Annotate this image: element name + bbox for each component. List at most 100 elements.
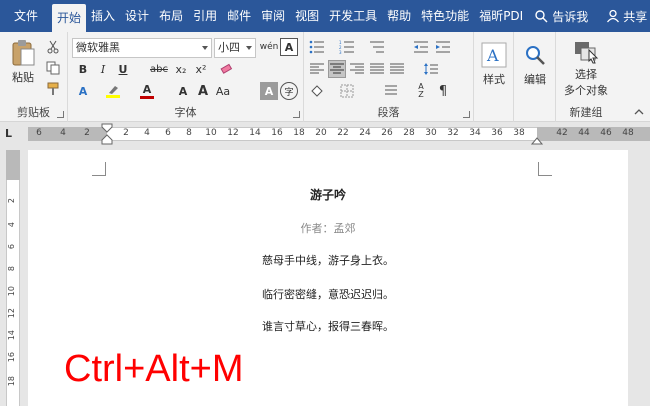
change-case-button[interactable]: Aa bbox=[214, 82, 232, 100]
phonetic-guide-button[interactable]: wén bbox=[260, 38, 279, 56]
shrink-font-button[interactable]: A bbox=[174, 82, 192, 100]
distributed-button[interactable] bbox=[388, 60, 406, 78]
font-name-combo[interactable]: 微软雅黑 bbox=[72, 38, 212, 58]
char-border-button[interactable]: A bbox=[280, 38, 298, 56]
font-name-value: 微软雅黑 bbox=[76, 41, 120, 54]
shortcut-overlay: Ctrl+Alt+M bbox=[64, 348, 244, 390]
document-page[interactable]: 游子吟 作者：孟郊 慈母手中线，游子身上衣。 临行密密缝，意恐迟迟归。 谁言寸草… bbox=[28, 150, 628, 406]
clipboard-icon bbox=[12, 40, 35, 66]
char-shading-button[interactable]: A bbox=[260, 82, 278, 100]
group-styles: A 样式 bbox=[474, 32, 514, 122]
vruler-number: 12 bbox=[7, 308, 16, 319]
poem-line[interactable]: 慈母手中线，游子身上衣。 bbox=[28, 252, 628, 268]
select-multiple-button[interactable]: 选择 多个对象 bbox=[558, 36, 614, 102]
bold-button[interactable]: B bbox=[74, 60, 92, 78]
outdent-icon bbox=[414, 41, 428, 53]
poem-author[interactable]: 作者：孟郊 bbox=[28, 220, 628, 236]
vruler-number: 4 bbox=[7, 222, 16, 228]
decrease-indent-button[interactable] bbox=[412, 38, 430, 56]
tab-file[interactable]: 文件 bbox=[0, 0, 52, 32]
tab-foxit-pdf[interactable]: 福昕PDI bbox=[474, 0, 528, 32]
strikethrough-button[interactable]: abc bbox=[148, 60, 170, 78]
line-spacing-button[interactable] bbox=[422, 60, 440, 78]
tab-references[interactable]: 引用 bbox=[188, 0, 222, 32]
styles-button[interactable]: A 样式 bbox=[478, 36, 510, 92]
chinese-layout-button[interactable] bbox=[382, 82, 400, 100]
ruler-number: 18 bbox=[293, 128, 305, 138]
ruler-number: 36 bbox=[491, 128, 503, 138]
superscript-button[interactable]: x² bbox=[192, 60, 210, 78]
copy-icon bbox=[46, 61, 60, 75]
svg-text:A: A bbox=[486, 46, 499, 65]
ribbon-tab-bar: 文件 开始 插入 设计 布局 引用 邮件 审阅 视图 开发工具 帮助 特色功能 … bbox=[0, 0, 650, 32]
align-left-button[interactable] bbox=[308, 60, 326, 78]
bullets-button[interactable] bbox=[308, 38, 326, 56]
numbering-button[interactable]: 123 bbox=[338, 38, 356, 56]
text-effects-button[interactable]: A bbox=[74, 82, 92, 100]
right-indent-marker[interactable] bbox=[531, 135, 543, 145]
vruler-number: 18 bbox=[7, 376, 16, 387]
vertical-ruler-top-margin bbox=[6, 150, 20, 180]
paste-button[interactable]: 粘贴 bbox=[6, 36, 40, 88]
paste-label: 粘贴 bbox=[12, 71, 34, 84]
format-painter-button[interactable] bbox=[44, 80, 62, 98]
tab-layout[interactable]: 布局 bbox=[154, 0, 188, 32]
group-editing: 编辑 bbox=[514, 32, 556, 122]
copy-button[interactable] bbox=[44, 59, 62, 77]
align-center-button[interactable] bbox=[328, 60, 346, 78]
justify-button[interactable] bbox=[368, 60, 386, 78]
borders-icon bbox=[340, 84, 354, 98]
increase-indent-button[interactable] bbox=[434, 38, 452, 56]
tab-insert[interactable]: 插入 bbox=[86, 0, 120, 32]
poem-title[interactable]: 游子吟 bbox=[28, 186, 628, 203]
font-size-combo[interactable]: 小四 bbox=[214, 38, 256, 58]
font-launcher[interactable] bbox=[293, 111, 300, 118]
tell-me-search[interactable]: 告诉我 bbox=[534, 8, 588, 25]
ruler-number: 6 bbox=[165, 128, 171, 138]
clear-format-button[interactable] bbox=[218, 60, 236, 78]
align-right-button[interactable] bbox=[348, 60, 366, 78]
highlight-button[interactable] bbox=[102, 82, 124, 100]
ruler-number: 8 bbox=[186, 128, 192, 138]
show-marks-button[interactable]: ¶ bbox=[434, 82, 452, 100]
vertical-ruler bbox=[6, 150, 20, 406]
eraser-icon bbox=[220, 63, 233, 74]
font-color-button[interactable]: A bbox=[136, 82, 158, 100]
collapse-ribbon-button[interactable] bbox=[632, 106, 646, 118]
tab-help[interactable]: 帮助 bbox=[382, 0, 416, 32]
tab-design[interactable]: 设计 bbox=[120, 0, 154, 32]
share-button[interactable]: 共享 bbox=[606, 8, 647, 25]
multilevel-list-button[interactable] bbox=[368, 38, 386, 56]
first-line-indent-marker[interactable] bbox=[101, 123, 113, 145]
ruler-number: 42 bbox=[556, 128, 568, 138]
poem-line[interactable]: 临行密密缝，意恐迟迟归。 bbox=[28, 286, 628, 302]
numbering-icon: 123 bbox=[339, 40, 354, 54]
subscript-button[interactable]: x₂ bbox=[172, 60, 190, 78]
crop-mark-top-right bbox=[538, 162, 552, 176]
tab-review[interactable]: 审阅 bbox=[256, 0, 290, 32]
tab-developer[interactable]: 开发工具 bbox=[324, 0, 382, 32]
shading-button[interactable] bbox=[308, 82, 326, 100]
tab-view[interactable]: 视图 bbox=[290, 0, 324, 32]
ruler-number: 30 bbox=[425, 128, 437, 138]
grow-font-button[interactable]: A bbox=[194, 82, 212, 100]
clipboard-launcher[interactable] bbox=[57, 111, 64, 118]
cut-button[interactable] bbox=[44, 38, 62, 56]
enclose-char-button[interactable]: 字 bbox=[280, 82, 298, 100]
sort-button[interactable]: AZ bbox=[412, 82, 430, 100]
brush-icon bbox=[47, 82, 59, 95]
italic-button[interactable]: I bbox=[94, 60, 112, 78]
vruler-number: 2 bbox=[7, 198, 16, 204]
magnifier-icon bbox=[526, 45, 545, 65]
paragraph-launcher[interactable] bbox=[463, 111, 470, 118]
tab-home[interactable]: 开始 bbox=[52, 4, 87, 32]
tab-special[interactable]: 特色功能 bbox=[416, 0, 474, 32]
ruler-number: 16 bbox=[271, 128, 283, 138]
poem-line[interactable]: 谁言寸草心，报得三春晖。 bbox=[28, 318, 628, 334]
underline-button[interactable]: U bbox=[114, 60, 132, 78]
chevron-down-icon bbox=[246, 46, 252, 50]
tab-mailings[interactable]: 邮件 bbox=[222, 0, 256, 32]
editing-button[interactable]: 编辑 bbox=[518, 36, 552, 92]
tab-selector[interactable]: L bbox=[5, 128, 17, 140]
borders-button[interactable] bbox=[338, 82, 356, 100]
